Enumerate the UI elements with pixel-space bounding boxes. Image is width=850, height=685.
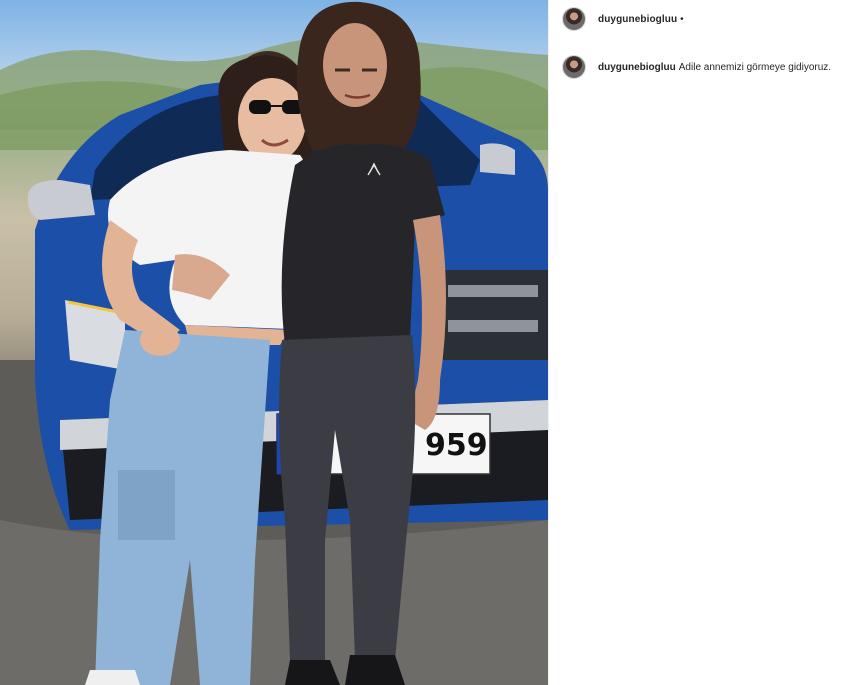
caption-username-link[interactable]: duygunebiogluu <box>598 62 676 73</box>
post-side-panel: duygunebiogluu • duygunebiogluu Adile ann… <box>548 0 850 685</box>
photo-illustration: TR 959 <box>0 1 548 685</box>
post-header: duygunebiogluu • <box>562 7 684 31</box>
instagram-post: TR 959 <box>0 0 850 685</box>
username-link[interactable]: duygunebiogluu <box>598 14 677 25</box>
plate-number: 959 <box>425 428 488 463</box>
caption-row: duygunebiogluu Adile annemizi görmeye gid… <box>562 55 847 79</box>
caption-text: Adile annemizi görmeye gidiyoruz. <box>678 61 832 73</box>
header-separator: • <box>680 13 684 25</box>
post-photo[interactable]: TR 959 <box>0 0 548 685</box>
profile-photo-icon[interactable] <box>562 7 586 31</box>
caption: duygunebiogluu Adile annemizi görmeye gid… <box>598 62 831 73</box>
caption-profile-photo-icon[interactable] <box>562 55 586 79</box>
